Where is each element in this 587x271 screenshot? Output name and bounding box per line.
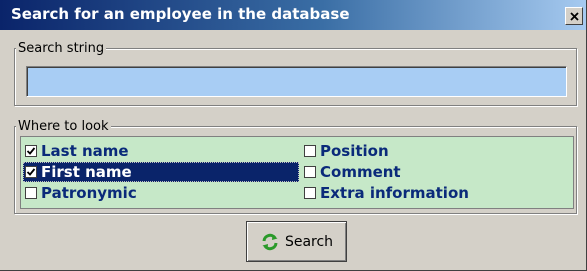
- close-icon: [569, 11, 579, 21]
- comment-checkbox[interactable]: [304, 166, 316, 178]
- option-label: Position: [320, 142, 389, 160]
- where-to-look-label: Where to look: [16, 119, 111, 134]
- option-extra-information[interactable]: Extra information: [302, 183, 567, 203]
- option-position[interactable]: Position: [302, 141, 567, 161]
- first-name-checkbox[interactable]: [25, 166, 37, 178]
- search-button[interactable]: Search: [246, 221, 347, 262]
- search-input[interactable]: [26, 66, 567, 97]
- option-label: Patronymic: [41, 184, 137, 202]
- option-label: Last name: [41, 142, 129, 160]
- option-label: First name: [41, 163, 132, 181]
- patronymic-checkbox[interactable]: [25, 187, 37, 199]
- title-bar[interactable]: Search for an employee in the database: [0, 0, 586, 30]
- option-patronymic[interactable]: Patronymic: [23, 183, 299, 203]
- search-button-label: Search: [284, 233, 334, 250]
- close-button[interactable]: [565, 7, 583, 25]
- refresh-icon: [260, 232, 280, 252]
- position-checkbox[interactable]: [304, 145, 316, 157]
- search-string-label: Search string: [16, 41, 107, 56]
- option-label: Comment: [320, 163, 401, 181]
- option-last-name[interactable]: Last name: [23, 141, 299, 161]
- option-label: Extra information: [320, 184, 469, 202]
- options-panel: Last name First name Patronymic Position…: [20, 136, 574, 209]
- option-comment[interactable]: Comment: [302, 162, 567, 182]
- option-first-name[interactable]: First name: [23, 162, 299, 182]
- window-title: Search for an employee in the database: [11, 5, 350, 23]
- search-employee-dialog: Search for an employee in the database S…: [0, 0, 587, 271]
- extra-information-checkbox[interactable]: [304, 187, 316, 199]
- last-name-checkbox[interactable]: [25, 145, 37, 157]
